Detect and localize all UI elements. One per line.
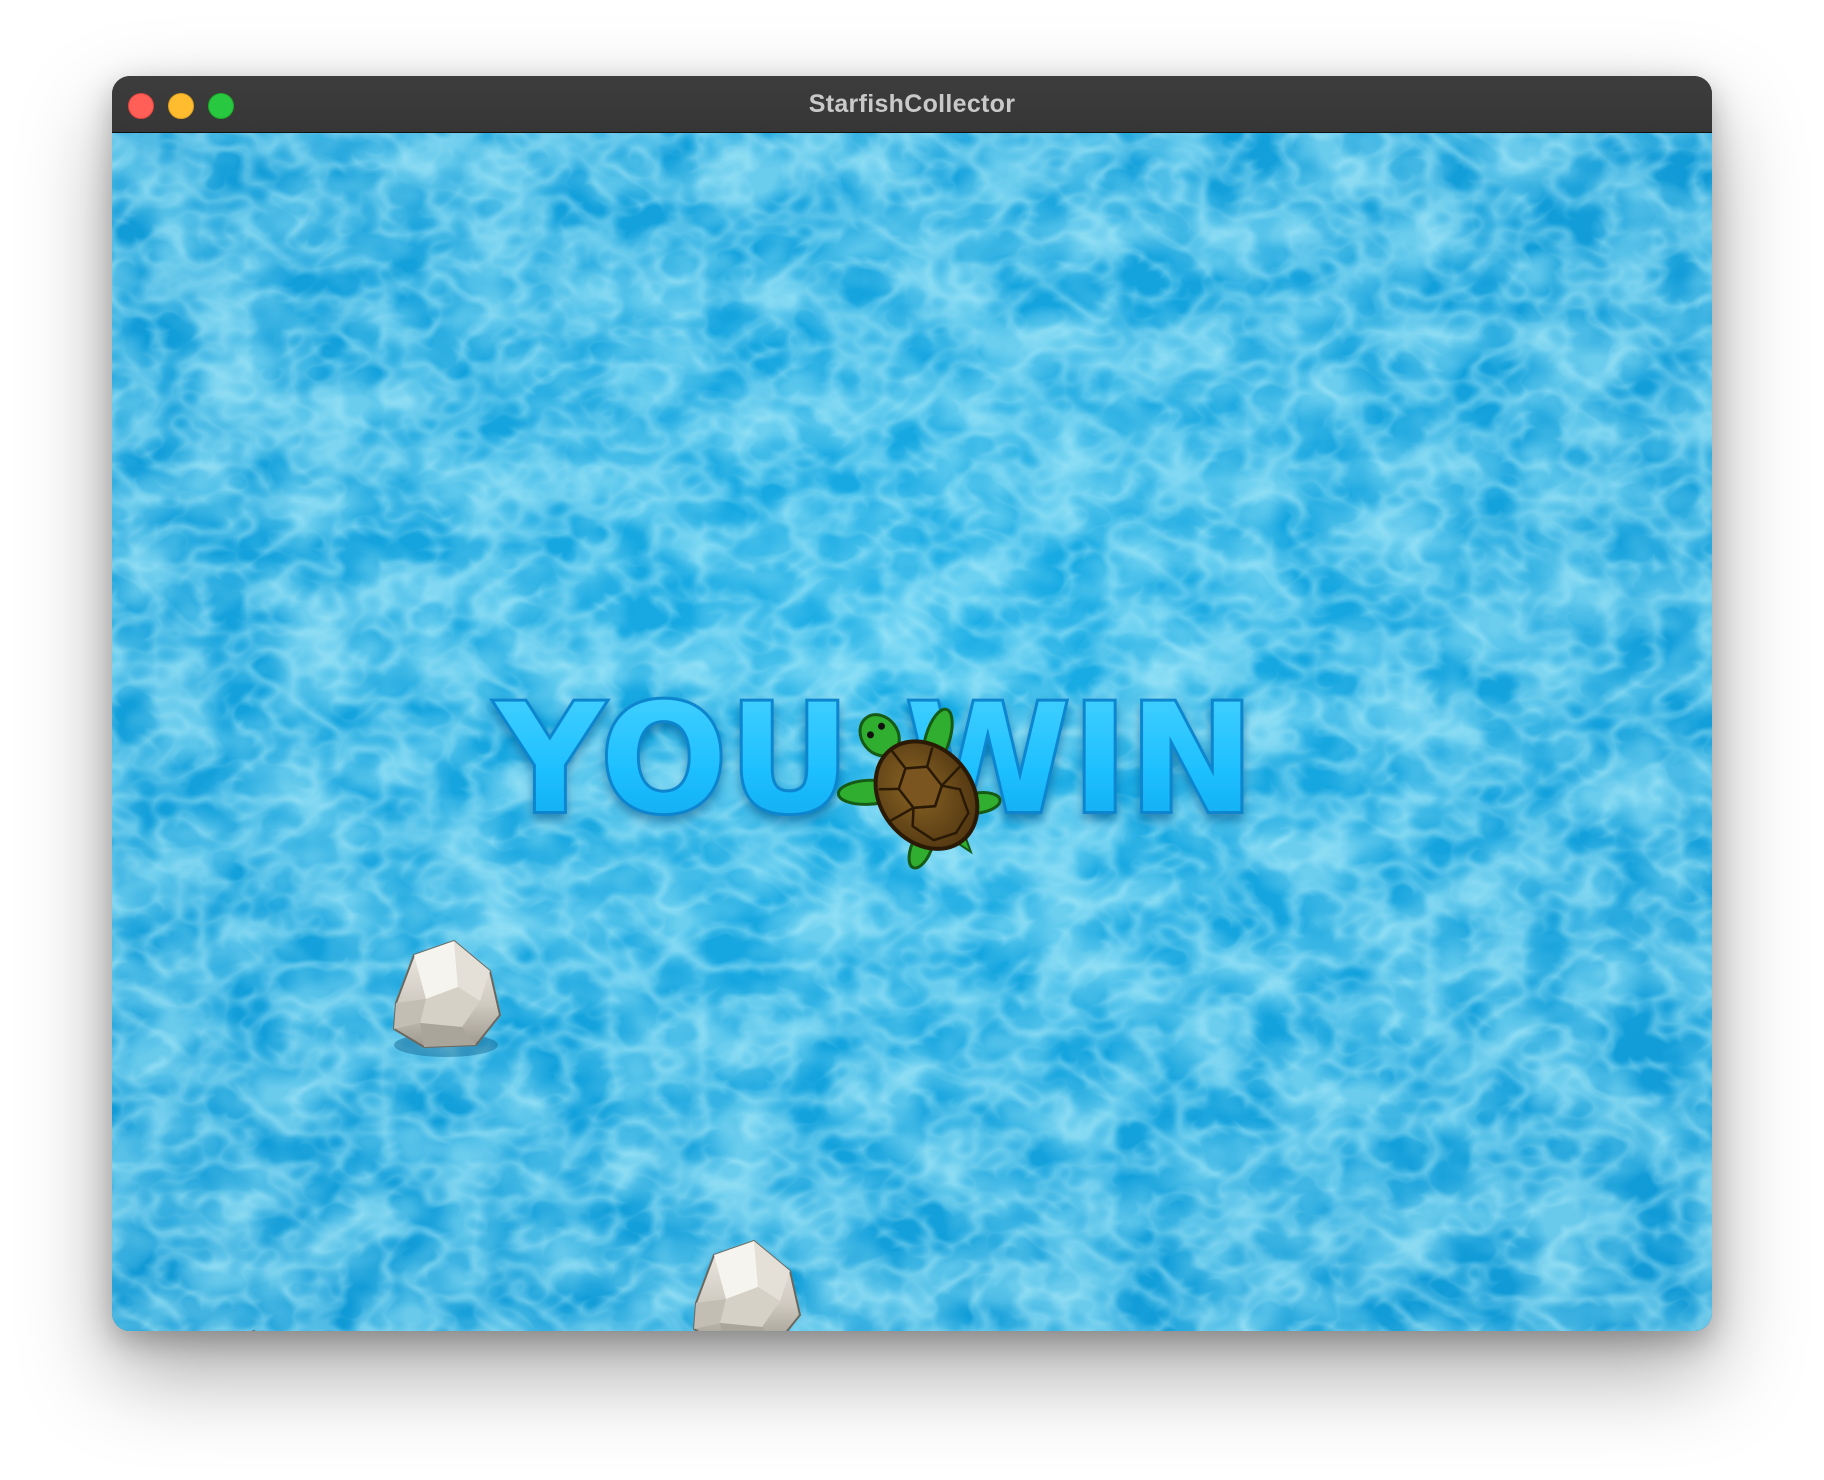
game-scene: YOU WIN: [112, 133, 1712, 1331]
game-canvas[interactable]: YOU WIN: [112, 133, 1712, 1331]
you-win-message: YOU WIN: [494, 673, 1256, 847]
window-title: StarfishCollector: [808, 90, 1016, 118]
title-bar[interactable]: StarfishCollector: [112, 76, 1712, 133]
app-window: StarfishCollector YOU WIN: [112, 76, 1712, 1331]
